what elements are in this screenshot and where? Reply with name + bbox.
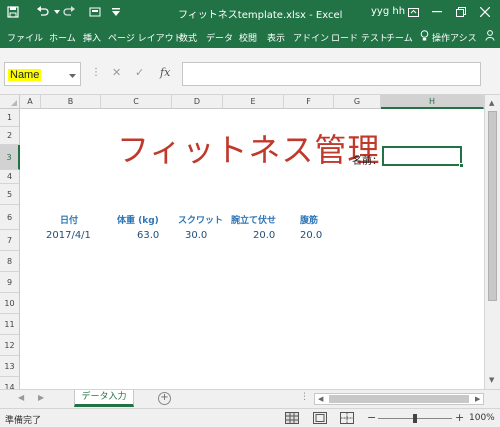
- sheet-tab-data-entry[interactable]: データ入力: [74, 390, 134, 407]
- page-layout-view-icon[interactable]: [313, 412, 327, 424]
- scroll-left-icon[interactable]: ◀: [318, 395, 323, 403]
- name-box-value: Name: [8, 69, 42, 81]
- fill-handle[interactable]: [459, 163, 464, 168]
- row-header[interactable]: 11: [0, 314, 20, 335]
- chevron-down-icon[interactable]: [69, 70, 76, 81]
- zoom-level[interactable]: 100%: [469, 413, 495, 423]
- row-header[interactable]: 10: [0, 293, 20, 314]
- minimize-icon[interactable]: [428, 3, 446, 21]
- restore-icon[interactable]: [452, 3, 470, 21]
- user-name[interactable]: yyg hh: [371, 6, 405, 17]
- tab-formulas[interactable]: 数式: [179, 31, 197, 44]
- horizontal-scroll-thumb[interactable]: [329, 395, 469, 403]
- undo-icon[interactable]: [34, 4, 50, 20]
- horizontal-scrollbar[interactable]: ◀ ▶: [314, 393, 484, 405]
- cell-squat[interactable]: 30.0: [185, 230, 207, 241]
- name-label[interactable]: 名前：: [352, 152, 382, 167]
- worksheet-grid[interactable]: A B C D E F G H 1 2 3 4 5 6 7 8 9 10 11 …: [0, 95, 484, 389]
- column-header[interactable]: C: [101, 95, 172, 109]
- save-icon[interactable]: [5, 4, 21, 20]
- tab-insert[interactable]: 挿入: [83, 31, 101, 44]
- header-situp[interactable]: 腹筋: [300, 213, 318, 226]
- column-header[interactable]: E: [223, 95, 284, 109]
- quick-access-icon[interactable]: [87, 4, 103, 20]
- cell-situp[interactable]: 20.0: [300, 230, 322, 241]
- select-all-button[interactable]: [0, 95, 20, 109]
- zoom-in-icon[interactable]: +: [455, 411, 464, 424]
- scroll-right-icon[interactable]: ▶: [475, 395, 480, 403]
- prev-sheet-icon[interactable]: ◀: [18, 393, 24, 402]
- zoom-slider-thumb[interactable]: [413, 414, 417, 423]
- window-title: フィットネスtemplate.xlsx - Excel: [178, 10, 343, 21]
- sheet-title[interactable]: フィットネス管理: [117, 125, 380, 171]
- tell-me-search[interactable]: 操作アシス: [432, 31, 477, 44]
- tab-home[interactable]: ホーム: [49, 31, 76, 44]
- row-header[interactable]: 7: [0, 230, 20, 251]
- tab-page-layout[interactable]: ページ レイアウト: [108, 31, 183, 44]
- next-sheet-icon[interactable]: ▶: [38, 393, 44, 402]
- ribbon-display-icon[interactable]: [404, 3, 422, 21]
- row-header[interactable]: 2: [0, 127, 20, 145]
- tab-load-test[interactable]: ロード テスト: [331, 31, 388, 44]
- scroll-down-icon[interactable]: ▼: [489, 376, 494, 384]
- customize-toolbar-icon[interactable]: [108, 4, 124, 20]
- column-header[interactable]: F: [284, 95, 334, 109]
- column-header[interactable]: A: [20, 95, 41, 109]
- status-bar: 準備完了 − + 100%: [0, 408, 500, 427]
- active-cell-name-input[interactable]: [382, 146, 464, 168]
- row-header[interactable]: 1: [0, 109, 20, 127]
- row-header[interactable]: 13: [0, 356, 20, 377]
- lightbulb-icon: [420, 30, 429, 45]
- tab-view[interactable]: 表示: [267, 31, 285, 44]
- page-break-view-icon[interactable]: [340, 412, 354, 424]
- column-header[interactable]: G: [334, 95, 381, 109]
- vertical-scroll-thumb[interactable]: [488, 111, 497, 301]
- row-header[interactable]: 12: [0, 335, 20, 356]
- formula-bar-grip-icon: ⋮: [91, 67, 101, 78]
- row-header[interactable]: 8: [0, 251, 20, 272]
- tab-review[interactable]: 校閲: [239, 31, 257, 44]
- header-weight[interactable]: 体重 (kg): [117, 213, 159, 226]
- cell-pushup[interactable]: 20.0: [253, 230, 275, 241]
- scroll-up-icon[interactable]: ▲: [489, 99, 494, 107]
- tab-split-icon[interactable]: ⋮: [300, 392, 309, 402]
- tab-team[interactable]: チーム: [386, 31, 413, 44]
- cell-date[interactable]: 2017/4/1: [46, 230, 91, 241]
- close-icon[interactable]: [476, 3, 494, 21]
- tab-data[interactable]: データ: [206, 31, 233, 44]
- normal-view-icon[interactable]: [285, 412, 299, 424]
- status-text: 準備完了: [5, 416, 42, 426]
- add-sheet-icon[interactable]: +: [158, 392, 171, 405]
- row-header-selected[interactable]: 3: [0, 145, 20, 170]
- column-header[interactable]: D: [172, 95, 223, 109]
- insert-function-icon[interactable]: fx: [160, 66, 170, 79]
- sheet-tabs-bar: ◀ ▶ データ入力 + ⋮ ◀ ▶: [0, 389, 500, 408]
- cell-weight[interactable]: 63.0: [137, 230, 159, 241]
- share-icon[interactable]: [485, 30, 495, 44]
- column-header-selected[interactable]: H: [381, 95, 484, 109]
- enter-icon[interactable]: ✓: [135, 66, 144, 79]
- tab-addins[interactable]: アドイン: [293, 31, 329, 44]
- cancel-icon[interactable]: ✕: [112, 66, 121, 79]
- header-squat[interactable]: スクワット: [178, 213, 223, 226]
- ribbon-tabs: ファイル ホーム 挿入 ページ レイアウト 数式 データ 校閲 表示 アドイン …: [0, 25, 500, 48]
- tab-file[interactable]: ファイル: [7, 31, 43, 44]
- row-header[interactable]: 4: [0, 170, 20, 184]
- formula-input[interactable]: [182, 62, 481, 86]
- redo-icon[interactable]: [61, 4, 77, 20]
- row-header[interactable]: 9: [0, 272, 20, 293]
- zoom-slider[interactable]: [378, 414, 452, 423]
- column-header[interactable]: B: [41, 95, 101, 109]
- title-bar: フィットネスtemplate.xlsx - Excel yyg hh: [0, 0, 500, 25]
- vertical-scrollbar[interactable]: ▲ ▼: [484, 95, 500, 389]
- row-header[interactable]: 14: [0, 377, 20, 389]
- zoom-out-icon[interactable]: −: [367, 411, 376, 424]
- row-header[interactable]: 6: [0, 205, 20, 230]
- header-date[interactable]: 日付: [60, 213, 78, 226]
- name-box[interactable]: Name: [4, 62, 81, 86]
- header-pushup[interactable]: 腕立て伏せ: [231, 213, 276, 226]
- row-header[interactable]: 5: [0, 184, 20, 205]
